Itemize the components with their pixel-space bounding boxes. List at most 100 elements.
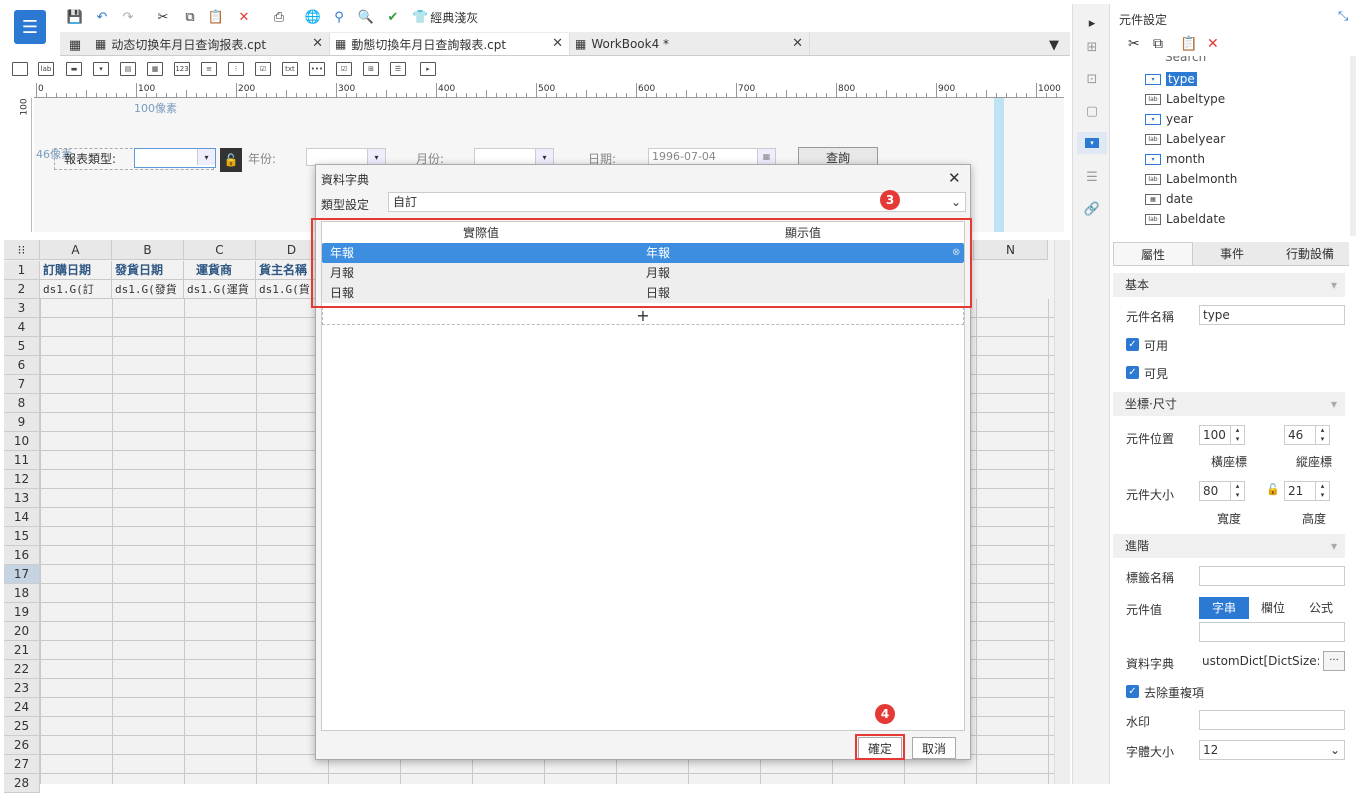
watermark-input[interactable] — [1199, 710, 1345, 730]
row-header[interactable]: 3 — [4, 299, 40, 318]
tab-properties[interactable]: 屬性 — [1113, 242, 1193, 265]
width-spinner[interactable]: 80 ▴ ▾ — [1199, 481, 1245, 501]
section-advanced[interactable]: 進階 ▾ — [1113, 534, 1345, 558]
row-header[interactable]: 7 — [4, 375, 40, 394]
section-basic[interactable]: 基本 ▾ — [1113, 273, 1345, 297]
label-widget-icon[interactable]: lab — [38, 62, 54, 76]
cell[interactable]: ds1.G(發貨 — [112, 280, 184, 299]
dedupe-checkbox[interactable]: ✓ — [1126, 685, 1139, 698]
close-icon[interactable]: ✕ — [792, 36, 803, 51]
tree-item-partial[interactable]: Search — [1165, 56, 1206, 64]
row-header[interactable]: 8 — [4, 394, 40, 413]
cell[interactable]: 發貨日期 — [112, 261, 184, 280]
spinner-arrows-icon[interactable]: ▴ ▾ — [1315, 482, 1329, 500]
cut-icon[interactable]: ✂ — [154, 8, 172, 26]
spinner-arrows-icon[interactable]: ▴ ▾ — [1315, 426, 1329, 444]
link-icon[interactable]: 🔗 — [1083, 200, 1101, 218]
row-header[interactable]: 20 — [4, 622, 40, 641]
tag-name-input[interactable] — [1199, 566, 1345, 586]
delete-icon[interactable]: ✕ — [235, 8, 253, 26]
cell[interactable]: 運貨商 — [184, 261, 256, 280]
list-widget-icon[interactable]: ☰ — [390, 62, 406, 76]
data-dict-edit-button[interactable]: ··· — [1323, 651, 1345, 671]
row-header[interactable]: 14 — [4, 508, 40, 527]
redo-icon[interactable]: ↷ — [119, 8, 137, 26]
check-icon[interactable]: ✔ — [384, 8, 402, 26]
column-header[interactable]: B — [112, 240, 184, 260]
tab-mobile[interactable]: 行動設備 — [1271, 242, 1349, 265]
add-row-button[interactable]: + — [322, 307, 964, 325]
row-header[interactable]: 19 — [4, 603, 40, 622]
textarea-widget-icon[interactable]: ≡ — [201, 62, 217, 76]
vertical-scrollbar[interactable] — [1054, 240, 1070, 784]
app-logo-icon[interactable]: ☰ — [14, 10, 46, 44]
row-header[interactable]: 16 — [4, 546, 40, 565]
cell[interactable]: 訂購日期 — [40, 261, 112, 280]
grid-icon[interactable]: ▦ — [66, 36, 84, 54]
row-header[interactable]: 5 — [4, 337, 40, 356]
row-header[interactable]: 11 — [4, 451, 40, 470]
section-coords[interactable]: 坐標·尺寸 ▾ — [1113, 392, 1345, 416]
row-header[interactable]: 24 — [4, 698, 40, 717]
number-widget-icon[interactable]: 123 — [174, 62, 190, 76]
row-header[interactable]: 13 — [4, 489, 40, 508]
tree-widget-icon[interactable]: ⊞ — [363, 62, 379, 76]
tree-item-year[interactable]: ▾ year — [1145, 110, 1193, 128]
preview-icon[interactable]: ⎙ — [270, 8, 288, 26]
search-icon[interactable]: 🔍 — [357, 8, 375, 26]
tab-file-3[interactable]: ▦ WorkBook4 * ✕ — [570, 33, 810, 55]
tree-item-type[interactable]: ▾ type — [1145, 70, 1197, 88]
password-widget-icon[interactable]: ••• — [309, 62, 325, 76]
tree-item-labelyear[interactable]: lab Labelyear — [1145, 130, 1225, 148]
visible-checkbox[interactable]: ✓ — [1126, 366, 1139, 379]
spinner-arrows-icon[interactable]: ▴ ▾ — [1230, 482, 1244, 500]
cell[interactable]: ds1.G(訂 — [40, 280, 112, 299]
radio-group-icon[interactable]: ⁝ — [228, 62, 244, 76]
row-header[interactable]: 17 — [4, 565, 40, 584]
row-header[interactable]: 2 — [4, 280, 40, 299]
row-header[interactable]: 25 — [4, 717, 40, 736]
cancel-button[interactable]: 取消 — [912, 737, 956, 759]
row-header[interactable]: 10 — [4, 432, 40, 451]
widget-name-input[interactable]: type — [1199, 305, 1345, 325]
paste-icon[interactable]: 📋 — [1180, 36, 1197, 52]
row-header[interactable]: 1 — [4, 261, 40, 280]
component-icon[interactable]: ⊡ — [1083, 70, 1101, 88]
tab-file-2[interactable]: ▦ 動態切換年月日查詢報表.cpt ✕ — [330, 33, 570, 55]
cut-icon[interactable]: ✂ — [1128, 36, 1140, 52]
paste-icon[interactable]: 📋 — [207, 8, 225, 26]
tab-formula[interactable]: 公式 — [1297, 597, 1345, 619]
tree-item-month[interactable]: ▾ month — [1145, 150, 1205, 168]
cell[interactable]: 貨主名稱 — [256, 261, 316, 280]
tab-menu-icon[interactable]: ▼ — [1045, 36, 1063, 54]
tree-item-labeltype[interactable]: lab Labeltype — [1145, 90, 1225, 108]
tree-item-labelmonth[interactable]: lab Labelmonth — [1145, 170, 1237, 188]
more-widgets-icon[interactable]: ▸ — [420, 62, 436, 76]
close-icon[interactable]: ✕ — [312, 36, 323, 51]
row-header[interactable]: 9 — [4, 413, 40, 432]
select-all-corner[interactable]: ⁝⁝ — [4, 240, 40, 260]
font-size-select[interactable]: 12 ⌄ — [1199, 740, 1345, 760]
close-icon[interactable]: ✕ — [948, 169, 961, 187]
undo-icon[interactable]: ↶ — [93, 8, 111, 26]
theme-button[interactable]: 👕 經典淺灰 — [412, 8, 478, 26]
delete-icon[interactable]: ✕ — [1207, 36, 1219, 52]
textbox-widget-icon[interactable] — [12, 62, 28, 76]
spinner-arrows-icon[interactable]: ▴ ▾ — [1230, 426, 1244, 444]
tab-string[interactable]: 字串 — [1199, 597, 1249, 619]
pos-x-spinner[interactable]: 100 ▴ ▾ — [1199, 425, 1245, 445]
column-header[interactable]: A — [40, 240, 112, 260]
copy-icon[interactable]: ⧉ — [1153, 36, 1163, 52]
list-icon[interactable]: ☰ — [1083, 168, 1101, 186]
tab-field[interactable]: 欄位 — [1249, 597, 1297, 619]
web-icon[interactable]: 🌐 — [304, 8, 322, 26]
row-header[interactable]: 27 — [4, 755, 40, 774]
row-header[interactable]: 18 — [4, 584, 40, 603]
tree-scrollbar[interactable] — [1350, 56, 1356, 236]
row-header[interactable]: 22 — [4, 660, 40, 679]
row-header[interactable]: 15 — [4, 527, 40, 546]
row-header[interactable]: 6 — [4, 356, 40, 375]
pos-y-spinner[interactable]: 46 ▴ ▾ — [1284, 425, 1330, 445]
tab-file-1[interactable]: ▦ 动态切换年月日查询报表.cpt ✕ — [90, 33, 330, 55]
tree-item-date[interactable]: ▦ date — [1145, 190, 1193, 208]
